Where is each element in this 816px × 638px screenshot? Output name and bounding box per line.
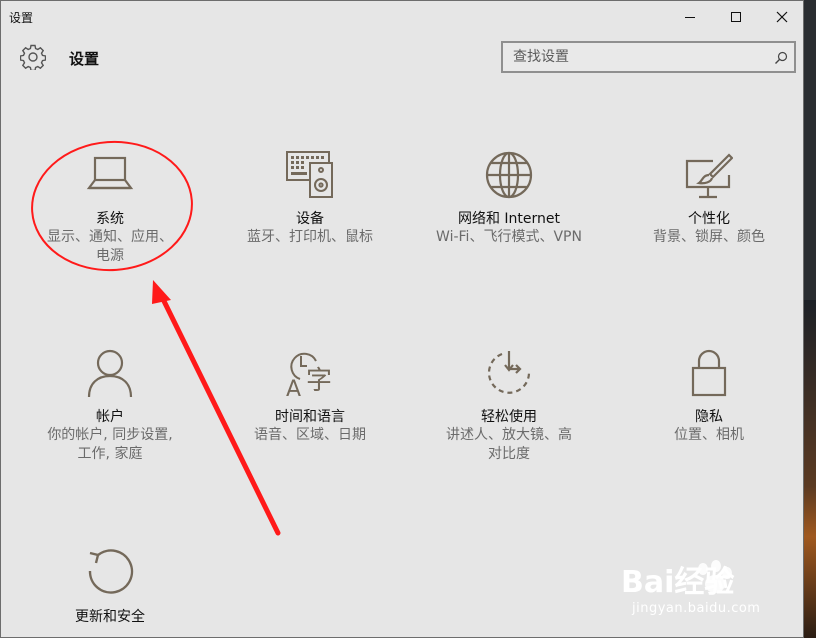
globe-icon xyxy=(485,151,533,199)
tile-privacy[interactable]: 隐私 位置、相机 xyxy=(614,349,803,449)
tile-devices-name: 设备 xyxy=(296,211,324,227)
baidu-watermark: Bai经验 jingyan.baidu.com xyxy=(621,557,781,627)
minimize-button[interactable] xyxy=(667,1,713,33)
search-icon[interactable] xyxy=(774,51,788,65)
tile-personalization[interactable]: 个性化 背景、锁屏、颜色 xyxy=(614,151,803,251)
svg-text:字: 字 xyxy=(306,366,332,396)
tile-system[interactable]: 系统 显示、通知、应用、电源 xyxy=(15,151,205,271)
tile-ease-of-access-name: 轻松使用 xyxy=(481,409,537,425)
search-input[interactable] xyxy=(503,43,773,71)
tile-network-desc: Wi-Fi、飞行模式、VPN xyxy=(436,229,582,245)
minimize-icon xyxy=(685,17,695,18)
tile-devices-desc: 蓝牙、打印机、鼠标 xyxy=(247,229,373,245)
tile-update-security-name: 更新和安全 xyxy=(75,609,145,625)
tile-ease-of-access-desc: 讲述人、放大镜、高对比度 xyxy=(446,427,572,462)
maximize-icon xyxy=(731,12,741,22)
refresh-icon xyxy=(86,549,134,597)
person-icon xyxy=(86,349,134,397)
tile-devices[interactable]: 设备 蓝牙、打印机、鼠标 xyxy=(215,151,405,251)
tile-update-security[interactable]: 更新和安全 xyxy=(15,549,205,637)
laptop-icon xyxy=(86,151,134,199)
tile-ease-of-access[interactable]: 轻松使用 讲述人、放大镜、高对比度 xyxy=(414,349,604,469)
tile-system-desc: 显示、通知、应用、电源 xyxy=(47,229,173,264)
ease-of-access-icon xyxy=(485,349,533,397)
paintbrush-icon xyxy=(685,151,733,199)
watermark-url: jingyan.baidu.com xyxy=(632,601,761,616)
svg-text:A: A xyxy=(286,377,301,397)
watermark-brand: Bai经验 xyxy=(621,565,735,600)
annotation-overlay xyxy=(31,140,281,536)
tile-accounts[interactable]: 帐户 你的帐户, 同步设置, 工作, 家庭 xyxy=(15,349,205,469)
tile-personalization-desc: 背景、锁屏、颜色 xyxy=(653,229,765,245)
tile-time-language[interactable]: A字 时间和语言 语音、区域、日期 xyxy=(215,349,405,449)
settings-window: 设置 设置 系统 显示、通知、应用、电源 xyxy=(0,0,804,638)
tile-privacy-name: 隐私 xyxy=(695,409,723,425)
annotation-arrow-head xyxy=(152,280,171,304)
maximize-button[interactable] xyxy=(713,1,759,33)
close-button[interactable] xyxy=(759,1,803,33)
devices-icon xyxy=(286,151,334,199)
gear-icon xyxy=(20,44,46,70)
window-title: 设置 xyxy=(9,11,34,25)
close-icon xyxy=(776,11,788,23)
tile-network-name: 网络和 Internet xyxy=(457,211,561,227)
tile-system-name: 系统 xyxy=(96,211,124,227)
tile-privacy-desc: 位置、相机 xyxy=(674,427,744,443)
lock-icon xyxy=(685,349,733,397)
tile-time-language-name: 时间和语言 xyxy=(275,409,345,425)
tile-time-language-desc: 语音、区域、日期 xyxy=(254,427,366,443)
search-box[interactable] xyxy=(501,41,796,73)
page-title: 设置 xyxy=(69,50,100,68)
clock-language-icon: A字 xyxy=(286,349,334,397)
tile-personalization-name: 个性化 xyxy=(688,211,730,227)
title-bar[interactable]: 设置 xyxy=(1,1,803,33)
tile-accounts-name: 帐户 xyxy=(96,409,124,425)
tile-network[interactable]: 网络和 Internet Wi-Fi、飞行模式、VPN xyxy=(414,151,604,251)
tile-accounts-desc: 你的帐户, 同步设置, 工作, 家庭 xyxy=(47,427,173,462)
